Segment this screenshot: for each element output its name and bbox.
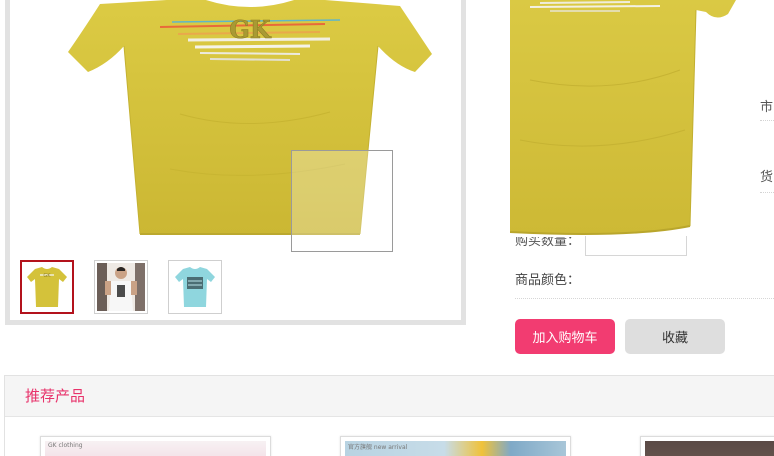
yellow-tshirt-icon: GK: [27, 267, 67, 307]
recommended-title: 推荐产品: [25, 387, 86, 405]
model-photo-icon: [97, 263, 145, 311]
stock-label: 货: [760, 170, 774, 185]
market-price-label: 市: [760, 100, 774, 115]
product-image: GK clothing: [45, 441, 266, 456]
recommended-header: 推荐产品: [5, 376, 774, 417]
recommended-card[interactable]: [640, 436, 774, 456]
svg-text:GK: GK: [43, 273, 51, 279]
card-tag: GK clothing: [48, 442, 83, 449]
blue-tshirt-icon: [175, 267, 215, 307]
thumbnail-model-photo[interactable]: [94, 260, 148, 314]
recommended-card[interactable]: 官方旗舰 new arrival: [340, 436, 571, 456]
thumbnail-yellow-tshirt[interactable]: GK: [20, 260, 74, 314]
quantity-input[interactable]: [585, 236, 687, 256]
add-to-cart-button[interactable]: 加入购物车: [515, 319, 615, 354]
recommended-card[interactable]: GK clothing: [40, 436, 271, 456]
quantity-label: 购买数量：: [515, 237, 581, 247]
divider: [760, 192, 774, 193]
shirt-print-text: GK: [229, 15, 271, 44]
thumbnail-blue-tshirt[interactable]: [168, 260, 222, 314]
card-tag: 官方旗舰 new arrival: [348, 444, 408, 451]
product-image: [645, 441, 774, 456]
color-option-row: 商品颜色：: [515, 264, 774, 299]
favorite-button[interactable]: 收藏: [625, 319, 725, 354]
divider: [760, 120, 774, 121]
product-gallery: GK GK: [5, 0, 466, 325]
product-image: 官方旗舰 new arrival: [345, 441, 566, 456]
zoom-lens[interactable]: [291, 150, 393, 252]
color-label: 商品颜色：: [515, 273, 581, 288]
zoomed-shirt-image: [510, 0, 736, 235]
product-detail-page: GK GK 市 货 购买数量： 商品颜色： 加入购物车 收藏 推荐产品 GK c…: [0, 0, 774, 456]
zoom-preview: [510, 0, 736, 237]
recommended-products: 推荐产品 GK clothing 官方旗舰 new arrival: [4, 375, 774, 456]
